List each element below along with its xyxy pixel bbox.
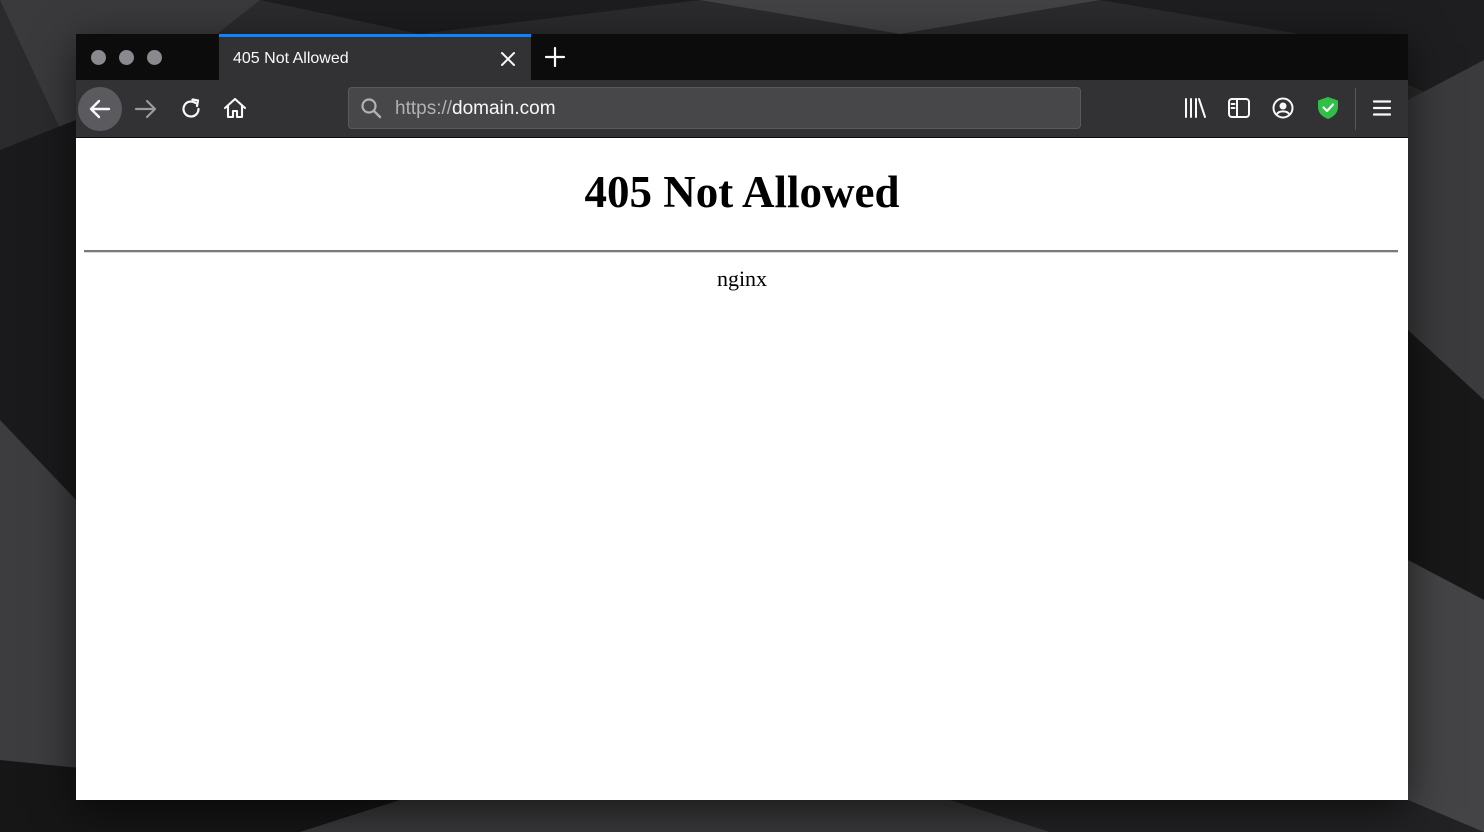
close-icon[interactable] xyxy=(499,50,517,68)
account-button[interactable] xyxy=(1270,95,1296,121)
shield-extension-button[interactable] xyxy=(1315,95,1341,121)
home-button[interactable] xyxy=(222,95,248,121)
server-name: nginx xyxy=(716,266,768,291)
library-icon xyxy=(1185,98,1206,118)
toolbar-separator xyxy=(1355,88,1356,130)
back-icon xyxy=(89,99,111,119)
sidebar-icon xyxy=(1228,98,1250,118)
shield-icon xyxy=(1318,97,1338,119)
search-icon xyxy=(361,98,382,119)
back-button[interactable] xyxy=(78,87,122,131)
window-zoom-button[interactable] xyxy=(147,50,162,65)
navigation-toolbar: https://domain.com xyxy=(76,80,1408,138)
home-icon xyxy=(223,97,247,119)
forward-button[interactable] xyxy=(133,96,159,122)
reload-icon xyxy=(182,98,200,118)
new-tab-icon[interactable] xyxy=(544,46,566,68)
forward-icon xyxy=(134,99,157,119)
sidebar-button[interactable] xyxy=(1226,95,1252,121)
library-button[interactable] xyxy=(1182,95,1208,121)
window-minimize-button[interactable] xyxy=(119,50,134,65)
menu-icon xyxy=(1372,100,1392,116)
browser-window: 405 Not Allowed https://domain.com 405 N… xyxy=(76,34,1408,800)
tab-title: 405 Not Allowed xyxy=(233,50,349,67)
url-text: https://domain.com xyxy=(395,98,556,120)
window-close-button[interactable] xyxy=(91,50,106,65)
url-host: domain.com xyxy=(452,98,556,119)
url-scheme: https:// xyxy=(395,98,453,119)
page-content: 405 Not Allowed nginx xyxy=(76,138,1408,800)
reload-button[interactable] xyxy=(178,96,204,122)
account-icon xyxy=(1272,97,1294,119)
menu-button[interactable] xyxy=(1369,95,1395,121)
tab-active[interactable]: 405 Not Allowed xyxy=(219,34,531,80)
url-bar[interactable]: https://domain.com xyxy=(348,87,1081,129)
horizontal-rule xyxy=(84,250,1398,253)
tab-strip: 405 Not Allowed xyxy=(76,34,1408,80)
page-title: 405 Not Allowed xyxy=(584,167,900,217)
